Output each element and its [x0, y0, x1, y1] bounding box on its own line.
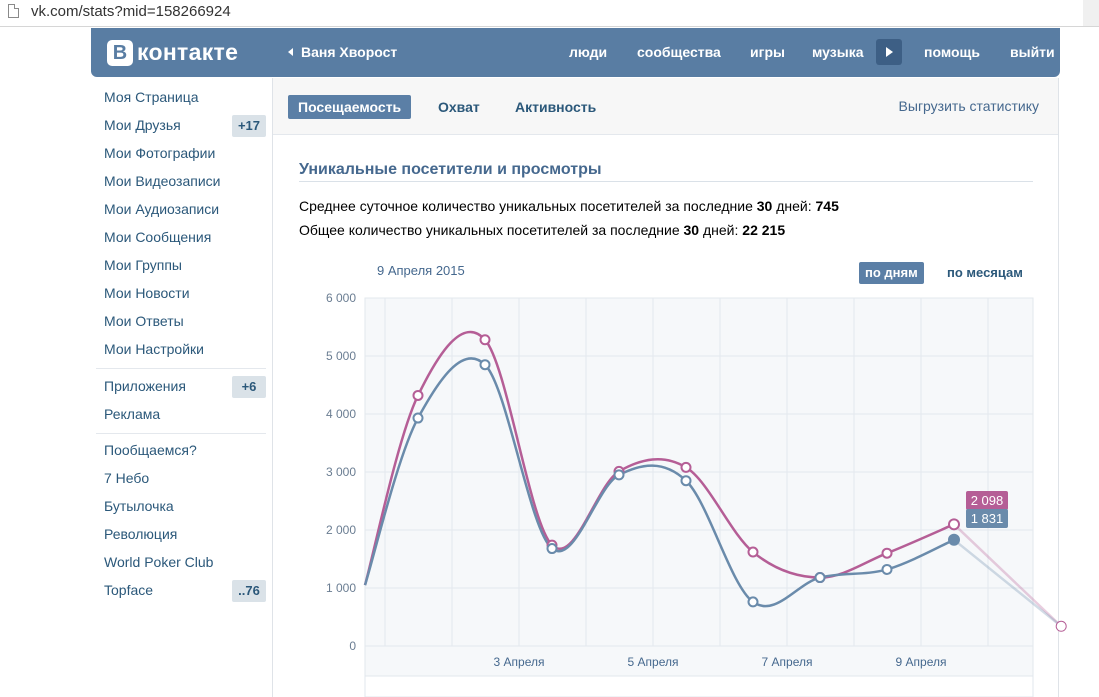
visitors-data-point[interactable] — [881, 563, 893, 575]
y-tick-label: 0 — [349, 639, 356, 653]
visitors-chart[interactable]: 0 1 000 2 000 3 000 4 000 5 000 6 000 3 Апреля… — [0, 0, 1099, 697]
visitors-data-point[interactable] — [412, 412, 424, 424]
visitors-data-point[interactable] — [680, 475, 692, 487]
views-data-point[interactable] — [881, 547, 893, 559]
views-data-point[interactable] — [680, 461, 692, 473]
visitors-data-point[interactable] — [814, 572, 826, 584]
views-data-point[interactable] — [412, 389, 424, 401]
x-tick-label: 5 Апреля — [628, 655, 679, 669]
tooltip-visitors-value: 1 831 — [971, 511, 1004, 526]
visitors-data-point[interactable] — [948, 533, 960, 546]
y-tick-label: 6 000 — [326, 291, 356, 305]
visitors-data-point[interactable] — [479, 359, 491, 371]
tooltip-views-value: 2 098 — [971, 493, 1004, 508]
x-tick-label: 9 Апреля — [896, 655, 947, 669]
visitors-data-point[interactable] — [1056, 621, 1066, 631]
visitors-data-point[interactable] — [747, 596, 759, 608]
y-tick-label: 4 000 — [326, 407, 356, 421]
y-tick-label: 2 000 — [326, 523, 356, 537]
y-tick-label: 1 000 — [326, 581, 356, 595]
visitors-data-point[interactable] — [546, 543, 558, 555]
x-tick-label: 3 Апреля — [494, 655, 545, 669]
chart-plot-area — [364, 297, 1034, 677]
x-tick-label: 7 Апреля — [762, 655, 813, 669]
y-tick-label: 3 000 — [326, 465, 356, 479]
visitors-data-point[interactable] — [613, 469, 625, 481]
y-tick-label: 5 000 — [326, 349, 356, 363]
chart-navigator[interactable] — [364, 675, 1034, 697]
views-data-point[interactable] — [747, 546, 759, 558]
views-data-point[interactable] — [479, 334, 491, 346]
views-data-point[interactable] — [948, 518, 960, 531]
